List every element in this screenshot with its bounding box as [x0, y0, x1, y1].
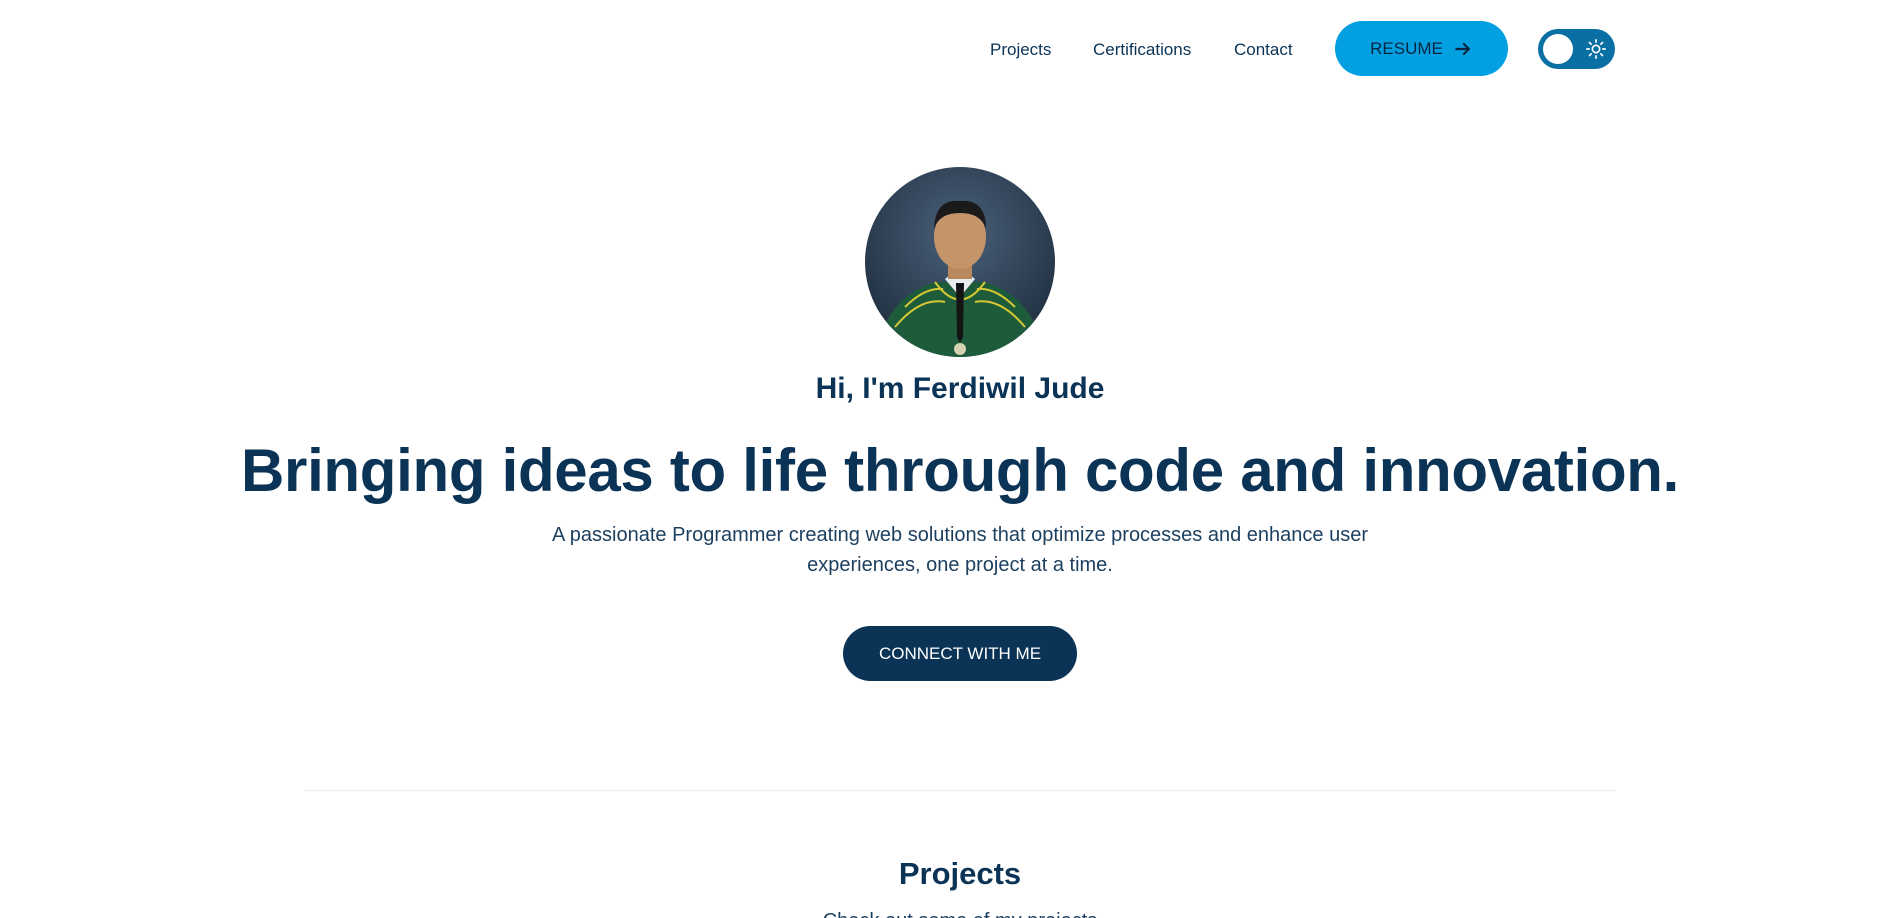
sun-icon — [1586, 39, 1606, 59]
toggle-knob — [1543, 34, 1573, 64]
section-divider — [304, 790, 1616, 791]
nav-link-projects[interactable]: Projects — [990, 40, 1051, 60]
projects-title: Projects — [898, 856, 1022, 891]
profile-photo — [865, 167, 1055, 357]
hero-headline: Bringing ideas to life through code and … — [240, 437, 1680, 504]
resume-label: RESUME — [1370, 38, 1443, 58]
connect-with-me-button[interactable]: CONNECT WITH ME — [843, 626, 1077, 681]
arrow-right-icon — [1455, 42, 1470, 55]
top-nav: Projects Certifications Contact RESUME — [0, 21, 1900, 76]
nav-link-contact[interactable]: Contact — [1234, 40, 1293, 60]
projects-subtitle: Check out some of my projects — [0, 910, 1900, 918]
hero-greeting: Hi, I'm Ferdiwil Jude — [815, 372, 1105, 405]
hero-subtext: A passionate Programmer creating web sol… — [551, 524, 1368, 576]
resume-button[interactable]: RESUME — [1335, 21, 1508, 76]
theme-toggle[interactable] — [1538, 29, 1615, 69]
nav-link-certifications[interactable]: Certifications — [1093, 40, 1191, 60]
